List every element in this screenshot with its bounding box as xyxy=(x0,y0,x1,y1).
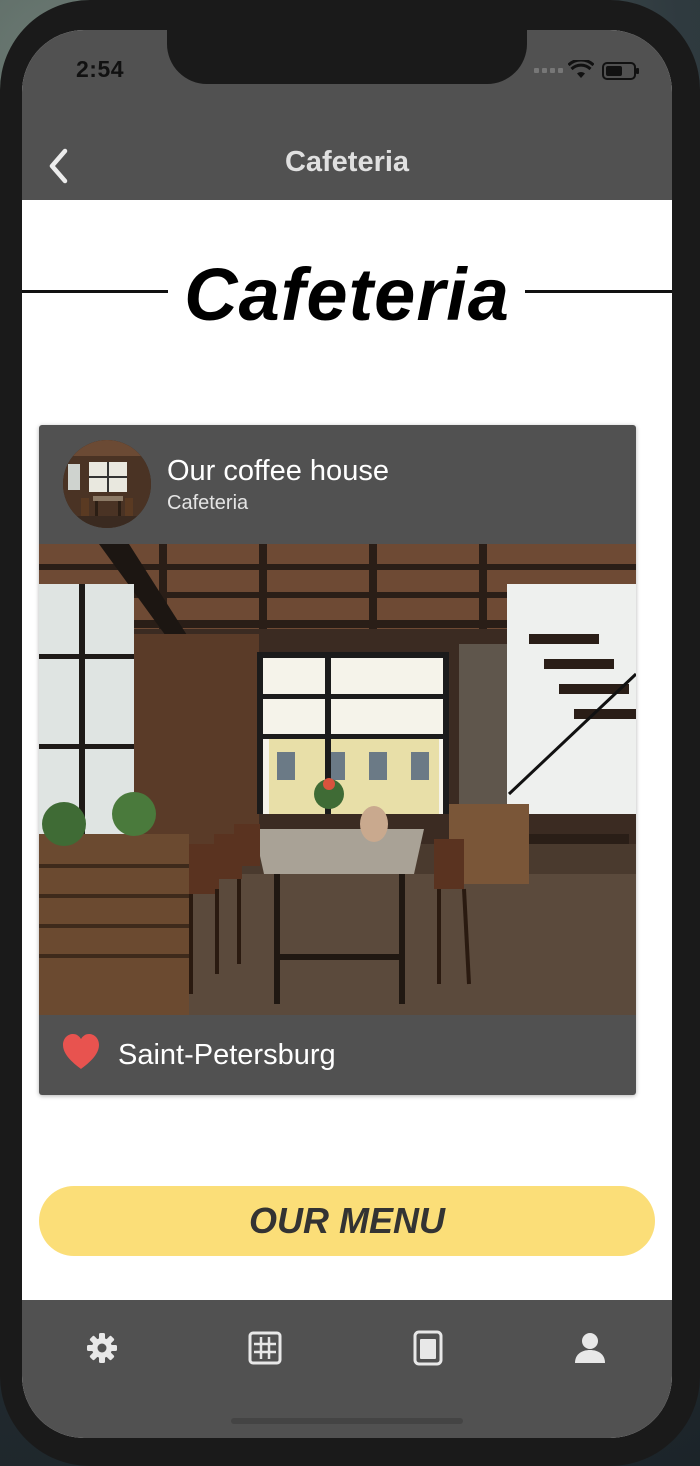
grid-icon[interactable] xyxy=(247,1330,283,1366)
screen: 2:54 Cafeteria Cafeteria Our coffee hous… xyxy=(22,30,672,1438)
tab-bar xyxy=(22,1300,672,1438)
user-icon[interactable] xyxy=(572,1330,608,1366)
header-bar: 2:54 Cafeteria xyxy=(22,30,672,200)
tablet-icon[interactable] xyxy=(410,1330,446,1366)
gear-icon[interactable] xyxy=(84,1330,120,1366)
cafe-card[interactable]: Our coffee house Cafeteria Saint-Petersb… xyxy=(39,425,636,1095)
signal-icon xyxy=(534,68,563,73)
card-title: Our coffee house xyxy=(167,455,389,487)
phone-frame: 2:54 Cafeteria Cafeteria Our coffee hous… xyxy=(0,0,700,1466)
nav-title: Cafeteria xyxy=(284,146,410,178)
card-subtitle: Cafeteria xyxy=(167,492,249,514)
cafe-photo xyxy=(39,544,636,1015)
battery-icon xyxy=(602,62,639,80)
page-title: Cafeteria xyxy=(184,253,510,336)
avatar xyxy=(63,440,151,528)
notch xyxy=(167,30,527,84)
favorite-heart-icon[interactable] xyxy=(61,1033,101,1071)
location-label: Saint-Petersburg xyxy=(118,1039,336,1071)
our-menu-button[interactable]: OUR MENU xyxy=(39,1186,655,1256)
wifi-icon xyxy=(568,60,594,78)
status-time: 2:54 xyxy=(76,56,125,82)
home-indicator xyxy=(231,1418,463,1424)
